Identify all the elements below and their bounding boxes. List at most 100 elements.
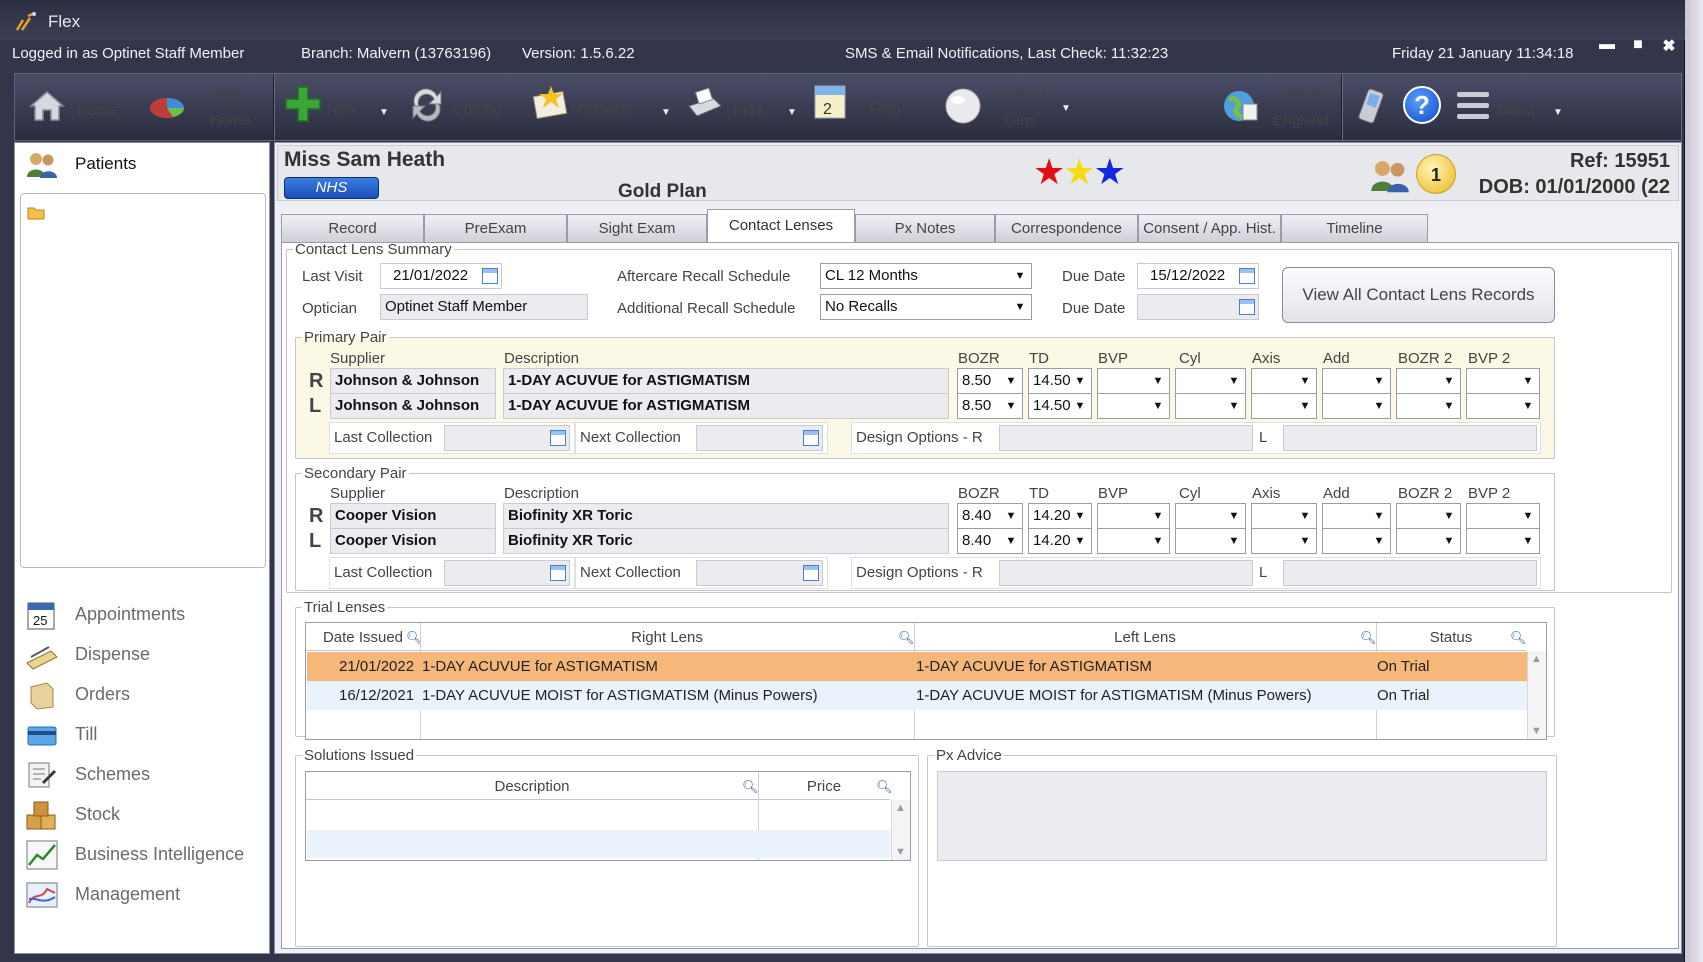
last-visit-field[interactable]: 21/01/2022: [380, 263, 502, 289]
primary-design-r-field[interactable]: [999, 425, 1253, 451]
scroll-up-icon[interactable]: ▲: [1531, 653, 1542, 665]
additional-recall-select[interactable]: No Recalls ▼: [820, 294, 1032, 320]
print-button[interactable]: Print ▼: [683, 74, 813, 140]
secondary-l-axis[interactable]: ▼: [1251, 528, 1317, 554]
sidebar-item-management[interactable]: Management: [21, 877, 261, 913]
right-lens-column-header[interactable]: Right Lens: [420, 623, 914, 651]
sidebar-item-schemes[interactable]: Schemes: [21, 757, 261, 793]
tab-px-notes[interactable]: Px Notes: [855, 214, 995, 242]
magnifier-icon[interactable]: 🔍︎: [898, 630, 915, 646]
primary-last-collection-field[interactable]: [444, 425, 570, 451]
secondary-r-bvp[interactable]: ▼: [1097, 503, 1170, 529]
sidebar-item-stock[interactable]: Stock: [21, 797, 261, 833]
secondary-r-td[interactable]: 14.20 ▼: [1028, 503, 1092, 529]
view-all-contact-lens-records-button[interactable]: View All Contact Lens Records: [1282, 267, 1555, 323]
primary-r-cyl[interactable]: ▼: [1175, 368, 1246, 394]
phone-button[interactable]: [1351, 84, 1393, 130]
tab-preexam[interactable]: PreExam: [424, 214, 567, 242]
update-button[interactable]: Update: [407, 74, 527, 140]
secondary-r-bozr[interactable]: 8.40 ▼: [957, 503, 1023, 529]
primary-r-add[interactable]: ▼: [1322, 368, 1391, 394]
menu-button[interactable]: Menu ▼: [1453, 74, 1578, 140]
secondary-l-bvp2[interactable]: ▼: [1466, 528, 1540, 554]
magnifier-icon[interactable]: 🔍︎: [1360, 630, 1377, 646]
mgr-home-button[interactable]: Mgr. Home: [145, 74, 275, 140]
primary-l-bozr[interactable]: 8.50 ▼: [957, 393, 1023, 419]
primary-r-td[interactable]: 14.50 ▼: [1028, 368, 1092, 394]
scroll-down-icon[interactable]: ▼: [1531, 725, 1542, 737]
primary-l-cyl[interactable]: ▼: [1175, 393, 1246, 419]
secondary-r-axis[interactable]: ▼: [1251, 503, 1317, 529]
secondary-l-cyl[interactable]: ▼: [1175, 528, 1246, 554]
calendar-icon[interactable]: [1239, 268, 1255, 284]
status-column-header[interactable]: Status: [1376, 623, 1526, 651]
secondary-r-bozr2[interactable]: ▼: [1396, 503, 1461, 529]
primary-l-axis[interactable]: ▼: [1251, 393, 1317, 419]
sidebar-item-patients[interactable]: Patients: [21, 147, 261, 183]
table-row[interactable]: [307, 830, 890, 858]
primary-l-bvp2[interactable]: ▼: [1466, 393, 1540, 419]
tab-contact-lenses[interactable]: Contact Lenses: [707, 209, 855, 243]
primary-design-l-field[interactable]: [1283, 425, 1537, 451]
scroll-down-icon[interactable]: ▼: [895, 846, 906, 858]
calendar-icon[interactable]: [803, 430, 819, 446]
secondary-l-td[interactable]: 14.20 ▼: [1028, 528, 1092, 554]
egos-england-button[interactable]: eGOS England: [1221, 74, 1341, 140]
aftercare-select[interactable]: CL 12 Months ▼: [820, 263, 1032, 289]
secondary-r-cyl[interactable]: ▼: [1175, 503, 1246, 529]
sidebar-item-dispense[interactable]: Dispense: [21, 637, 261, 673]
primary-l-supplier[interactable]: Johnson & Johnson: [330, 393, 496, 419]
secondary-next-collection-field[interactable]: [696, 560, 823, 586]
new-button[interactable]: New ▼: [281, 74, 401, 140]
secondary-r-bvp2[interactable]: ▼: [1466, 503, 1540, 529]
secondary-r-description[interactable]: Biofinity XR Toric: [503, 503, 949, 529]
maximize-button[interactable]: ■: [1627, 36, 1649, 54]
family-icon[interactable]: [1368, 156, 1412, 196]
minimize-button[interactable]: ▬: [1596, 36, 1618, 54]
files-button[interactable]: 2 Files: [811, 74, 921, 140]
calendar-icon[interactable]: [550, 430, 566, 446]
left-lens-column-header[interactable]: Left Lens: [914, 623, 1376, 651]
patient-folder-tree[interactable]: [20, 193, 266, 568]
solutions-scrollbar[interactable]: ▲ ▼: [891, 800, 910, 860]
sidebar-item-orders[interactable]: Orders: [21, 677, 261, 713]
magnifier-icon[interactable]: 🔍︎: [1510, 630, 1527, 646]
primary-r-supplier[interactable]: Johnson & Johnson: [330, 368, 496, 394]
primary-l-td[interactable]: 14.50 ▼: [1028, 393, 1092, 419]
table-row[interactable]: 21/01/2022 1-DAY ACUVUE for ASTIGMATISM …: [307, 652, 1527, 681]
nhs-badge[interactable]: NHS: [284, 177, 379, 199]
message-button[interactable]: Message ▼: [531, 74, 671, 140]
secondary-r-add[interactable]: ▼: [1322, 503, 1391, 529]
tab-sight-exam[interactable]: Sight Exam: [567, 214, 707, 242]
optician-field[interactable]: Optinet Staff Member: [380, 294, 588, 320]
primary-next-collection-field[interactable]: [696, 425, 823, 451]
sidebar-item-till[interactable]: Till: [21, 717, 261, 753]
tab-correspondence[interactable]: Correspondence: [995, 214, 1138, 242]
scroll-up-icon[interactable]: ▲: [895, 802, 906, 814]
calendar-icon[interactable]: [803, 565, 819, 581]
secondary-l-bozr[interactable]: 8.40 ▼: [957, 528, 1023, 554]
due-date-field-2[interactable]: [1137, 294, 1259, 320]
primary-l-add[interactable]: ▼: [1322, 393, 1391, 419]
help-button[interactable]: ?: [1401, 84, 1445, 130]
close-button[interactable]: ✖: [1658, 36, 1680, 56]
primary-l-bozr2[interactable]: ▼: [1396, 393, 1461, 419]
sidebar-item-business-intelligence[interactable]: Business Intelligence: [21, 837, 261, 873]
contact-lens-button[interactable]: Contact Lens ▼: [943, 74, 1073, 140]
magnifier-icon[interactable]: 🔍︎: [876, 779, 893, 795]
date-issued-column-header[interactable]: Date Issued: [306, 623, 420, 651]
secondary-l-bvp[interactable]: ▼: [1097, 528, 1170, 554]
primary-l-bvp[interactable]: ▼: [1097, 393, 1170, 419]
due-date-field[interactable]: 15/12/2022: [1137, 263, 1259, 289]
secondary-r-supplier[interactable]: Cooper Vision: [330, 503, 496, 529]
primary-r-bvp[interactable]: ▼: [1097, 368, 1170, 394]
calendar-icon[interactable]: [1239, 299, 1255, 315]
solutions-description-header[interactable]: Description: [306, 772, 758, 800]
primary-l-description[interactable]: 1-DAY ACUVUE for ASTIGMATISM: [503, 393, 949, 419]
title-bar[interactable]: Flex: [0, 0, 1685, 40]
secondary-l-add[interactable]: ▼: [1322, 528, 1391, 554]
secondary-l-supplier[interactable]: Cooper Vision: [330, 528, 496, 554]
sidebar-item-appointments[interactable]: 25 Appointments: [21, 597, 261, 633]
tab-timeline[interactable]: Timeline: [1281, 214, 1428, 242]
table-row[interactable]: 16/12/2021 1-DAY ACUVUE MOIST for ASTIGM…: [307, 681, 1527, 710]
